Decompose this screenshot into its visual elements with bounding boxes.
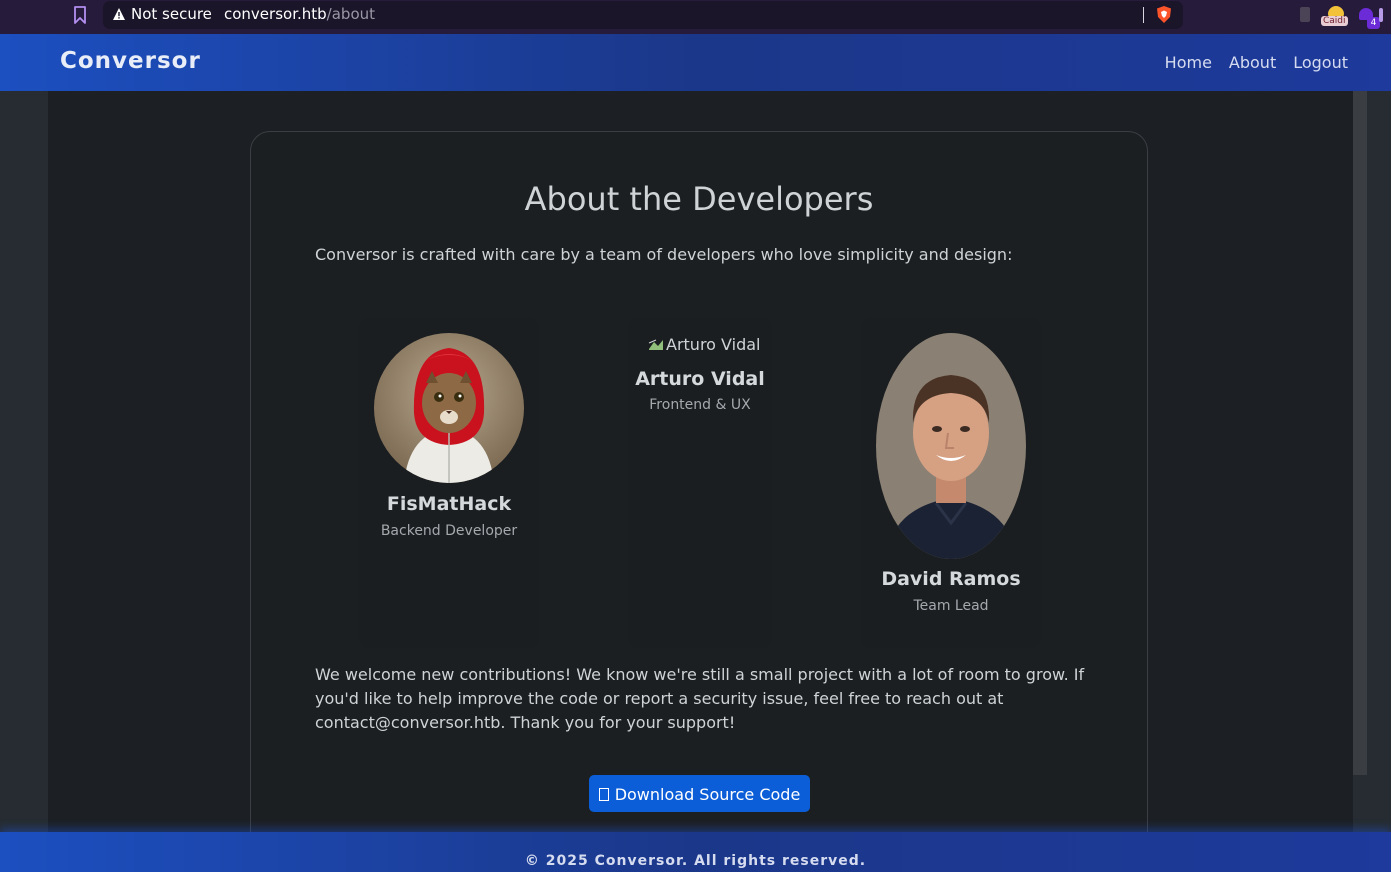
browser-toolbar: Not secure conversor.htb/about Caidi 4 [0, 0, 1391, 34]
nav-home-link[interactable]: Home [1165, 53, 1212, 72]
broken-image-alt: Arturo Vidal [666, 335, 761, 354]
warning-icon [113, 8, 125, 20]
broken-image: Arturo Vidal [648, 335, 760, 354]
download-source-button[interactable]: Download Source Code [589, 775, 810, 812]
extension-menu-icon [1379, 8, 1383, 22]
page-title: About the Developers [524, 180, 874, 218]
extension-icon[interactable] [1300, 7, 1310, 22]
developer-avatar-man [876, 333, 1026, 559]
developer-name: David Ramos [881, 568, 1021, 590]
cat-avatar-image [374, 333, 524, 483]
developer-role: Backend Developer [380, 523, 518, 539]
scrollbar-thumb[interactable] [1353, 91, 1367, 775]
developer-card-david-ramos: David Ramos Team Lead [861, 318, 1041, 648]
brave-shield-icon[interactable] [1155, 5, 1173, 24]
brand-logo[interactable]: Conversor [60, 48, 201, 74]
url-path: /about [326, 5, 376, 23]
download-icon [598, 788, 609, 801]
caidi-extension-icon[interactable]: Caidi [1321, 6, 1351, 26]
page-footer: © 2025 Conversor. All rights reserved. [0, 832, 1391, 872]
developer-card-arturo-vidal: Arturo Vidal Arturo Vidal Frontend & UX [628, 318, 772, 648]
top-navbar: Conversor Home About Logout [0, 34, 1391, 91]
developer-name: FisMatHack [386, 493, 512, 515]
nav-logout-link[interactable]: Logout [1293, 53, 1348, 72]
broken-image-icon [648, 339, 663, 350]
download-label: Download Source Code [614, 785, 801, 804]
developer-role: Frontend & UX [649, 397, 751, 413]
address-bar[interactable]: Not secure conversor.htb/about [103, 1, 1183, 29]
security-label[interactable]: Not secure [131, 5, 212, 23]
url-text[interactable]: conversor.htb/about [224, 5, 375, 23]
developer-avatar-cat [374, 333, 524, 483]
developer-role: Team Lead [913, 598, 989, 614]
url-host: conversor.htb [224, 5, 327, 23]
nav-about-link[interactable]: About [1229, 53, 1276, 72]
copyright-text: © 2025 Conversor. All rights reserved. [524, 853, 867, 869]
contribution-text: We welcome new contributions! We know we… [315, 665, 1085, 732]
developer-name: Arturo Vidal [635, 368, 765, 390]
developer-card-fismathack: FisMatHack Backend Developer [359, 318, 539, 648]
address-divider [1143, 7, 1144, 23]
wizard-extension-icon[interactable]: 4 [1359, 5, 1383, 29]
caidi-label: Caidi [1321, 16, 1348, 26]
nav-links: Home About Logout [1165, 53, 1348, 72]
about-card: About the Developers Conversor is crafte… [250, 131, 1148, 851]
intro-text: Conversor is crafted with care by a team… [315, 245, 1013, 264]
man-avatar-image [876, 333, 1026, 559]
bookmark-icon[interactable] [72, 5, 88, 25]
